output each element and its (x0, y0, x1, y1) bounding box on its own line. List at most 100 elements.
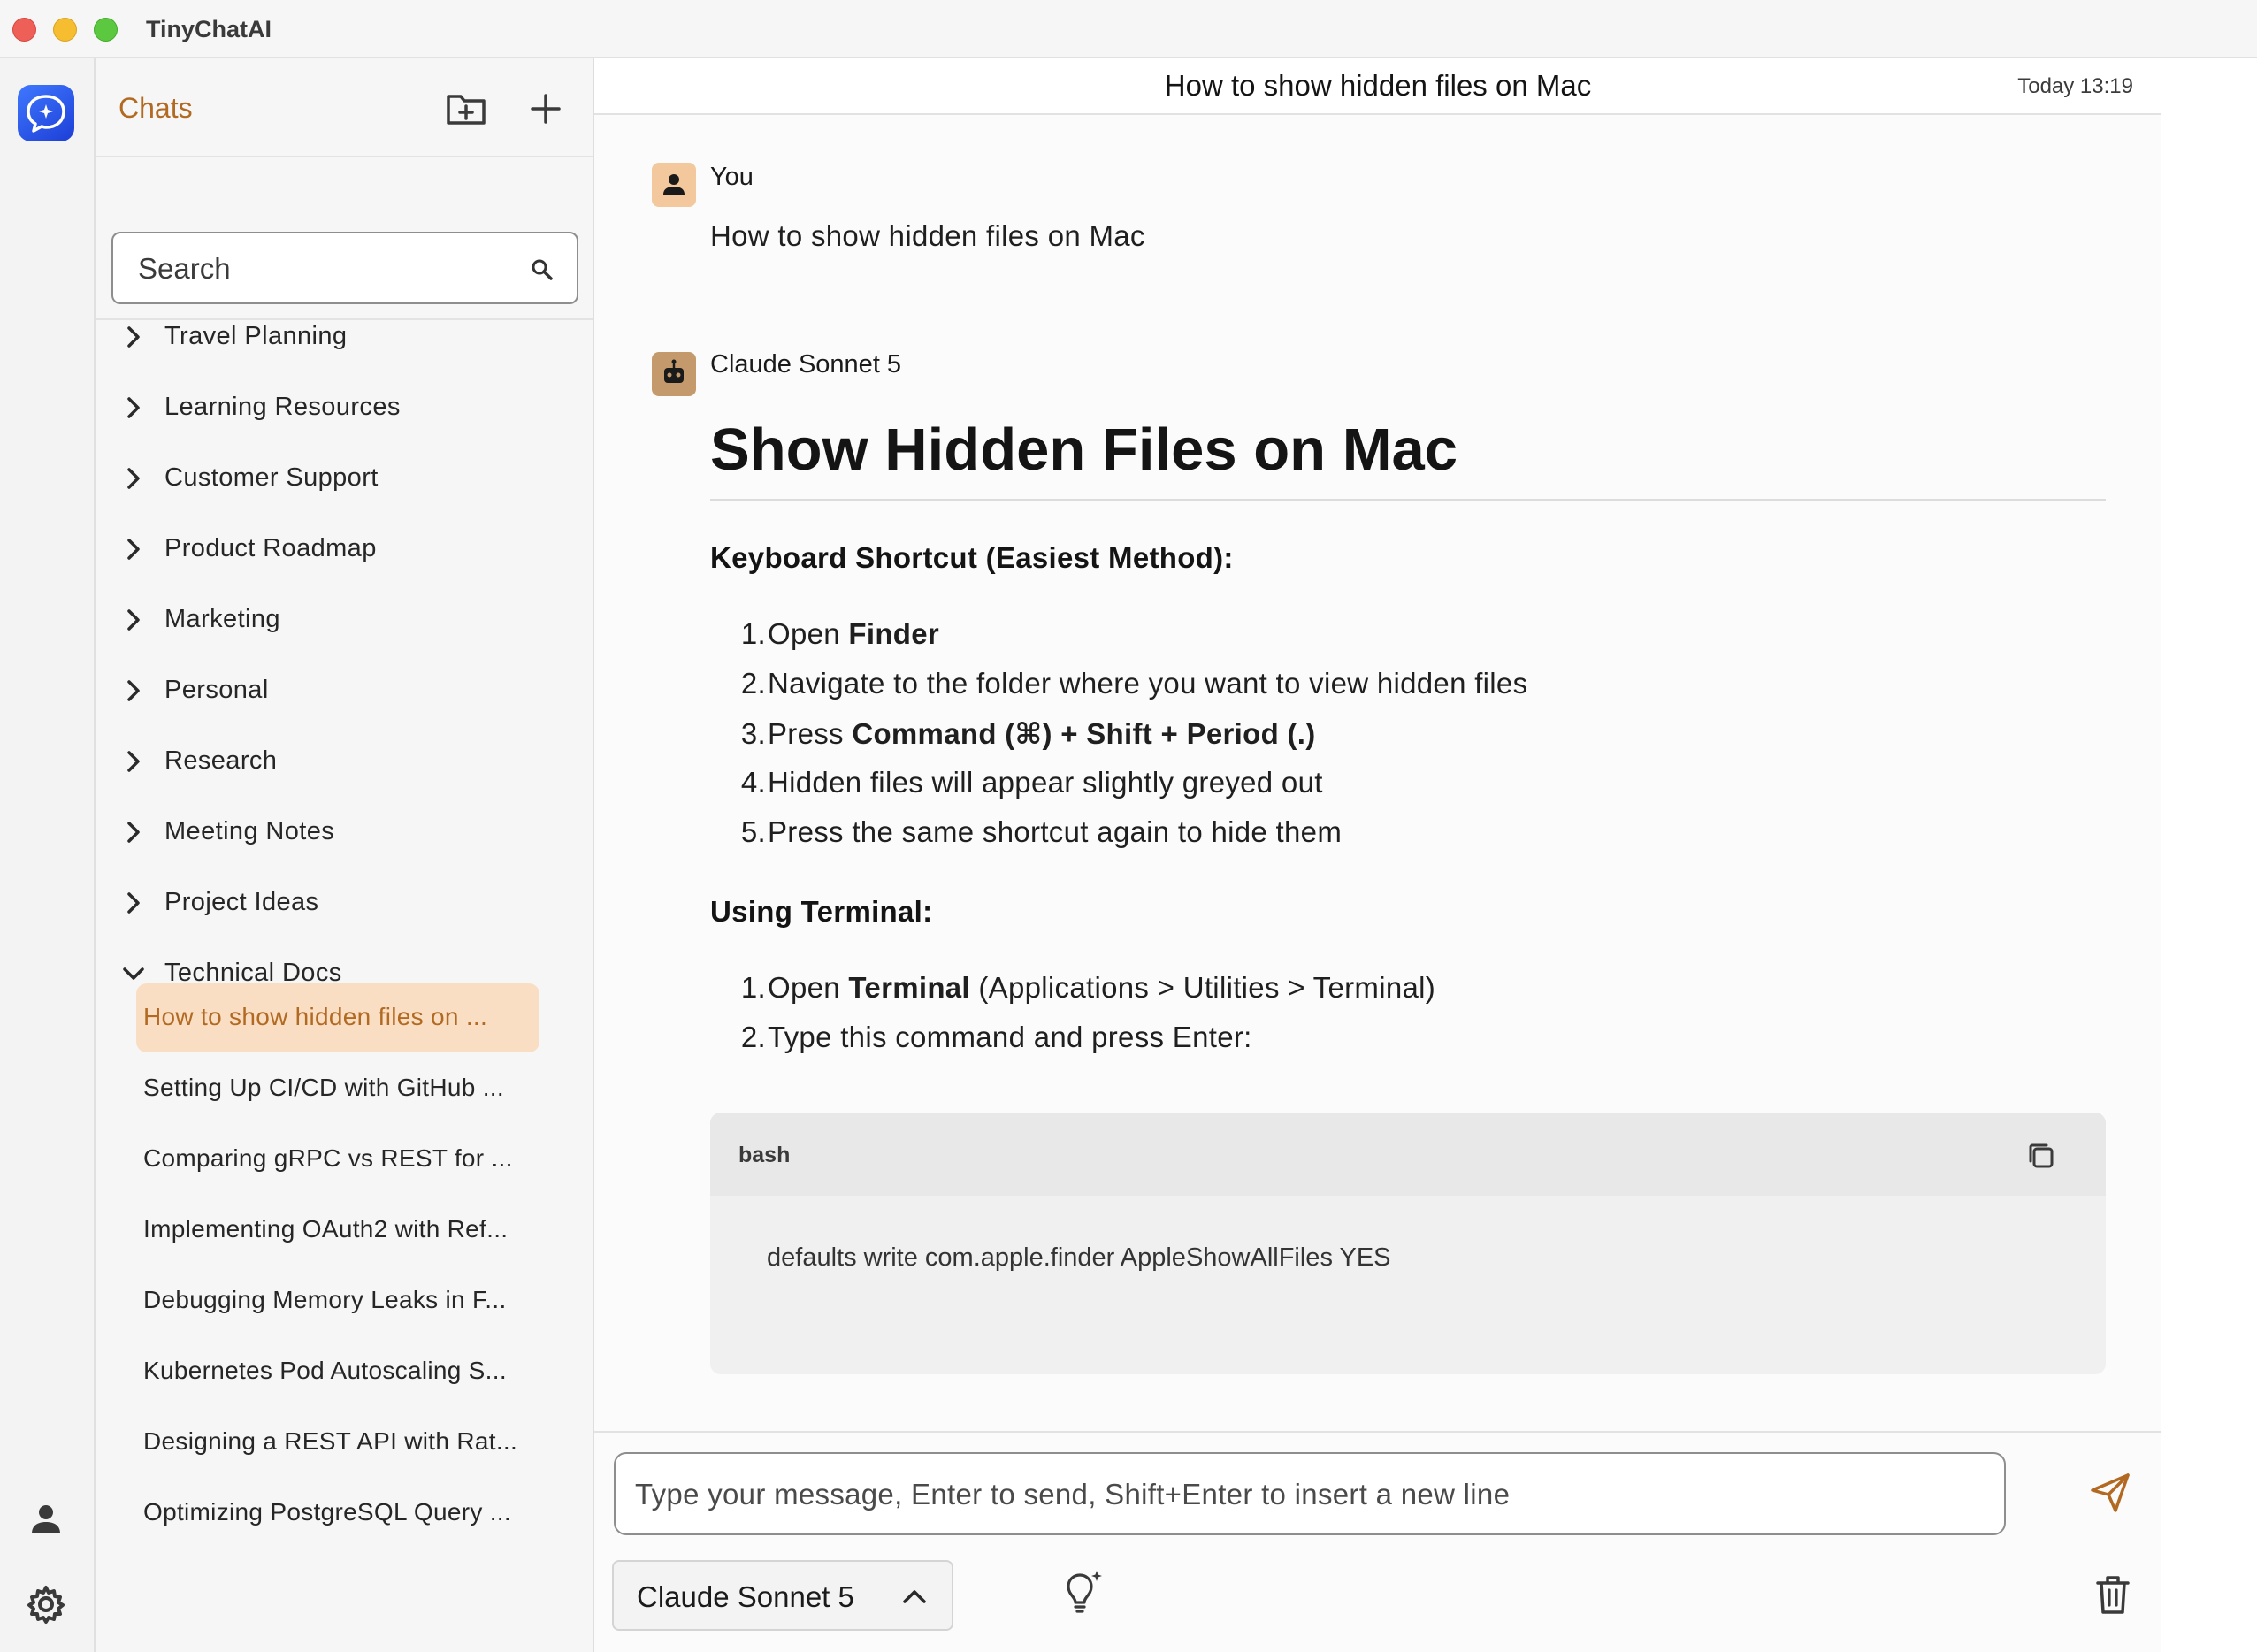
search-icon[interactable] (529, 256, 555, 283)
chat-item-label: Optimizing PostgreSQL Query ... (143, 1498, 511, 1526)
code-language-label: bash (738, 1143, 791, 1167)
robot-icon (664, 359, 684, 383)
title-bar: TinyChatAI (0, 0, 2257, 58)
chat-item-oauth2[interactable]: Implementing OAuth2 with Ref... (136, 1196, 539, 1265)
chevron-right-icon (127, 468, 140, 489)
chats-sidebar: Chats Travel Planning Learning R (96, 58, 594, 1652)
chevron-right-icon (127, 822, 140, 843)
folder-label: Project Ideas (164, 888, 319, 916)
chevron-right-icon (127, 539, 140, 560)
folder-travel-planning[interactable]: Travel Planning (113, 311, 573, 364)
folder-label: Travel Planning (164, 322, 348, 350)
folder-label: Personal (164, 676, 269, 704)
chat-item-rest-api[interactable]: Designing a REST API with Rat... (136, 1408, 539, 1477)
message-input-box (614, 1452, 2006, 1535)
folder-label: Meeting Notes (164, 817, 335, 845)
chat-item-label: How to show hidden files on ... (143, 1003, 488, 1030)
chevron-right-icon (127, 609, 140, 631)
folder-product-roadmap[interactable]: Product Roadmap (113, 524, 573, 577)
right-margin (2161, 58, 2257, 1652)
minimize-window-button[interactable] (53, 18, 77, 42)
list-item: 1.Open Finder (740, 617, 940, 650)
chat-item-label: Implementing OAuth2 with Ref... (143, 1215, 509, 1243)
assistant-avatar (652, 352, 696, 396)
list-item: 4.Hidden files will appear slightly grey… (740, 766, 1323, 799)
gear-icon[interactable] (25, 1583, 67, 1625)
model-selector[interactable]: Claude Sonnet 5 (612, 1560, 953, 1631)
chats-title: Chats (119, 92, 193, 124)
icon-rail (0, 58, 96, 1652)
chevron-right-icon (127, 397, 140, 418)
list-item: 1.Open Terminal (Applications > Utilitie… (740, 971, 1436, 1004)
chat-timestamp: Today 13:19 (2017, 74, 2133, 98)
folder-label: Customer Support (164, 463, 379, 492)
person-icon (663, 174, 685, 195)
folder-label: Marketing (164, 605, 280, 633)
chat-item-postgresql[interactable]: Optimizing PostgreSQL Query ... (136, 1479, 539, 1548)
prompt-ideas-button[interactable] (1056, 1567, 1107, 1618)
code-block-header: bash (710, 1113, 2106, 1196)
code-block: bash defaults write com.apple.finder App… (710, 1113, 2106, 1374)
send-icon (2091, 1473, 2130, 1512)
heading-divider (710, 499, 2106, 501)
list-item: 3.Press Command (⌘) + Shift + Period (.) (740, 717, 1316, 750)
send-button[interactable] (2084, 1466, 2137, 1519)
folder-meeting-notes[interactable]: Meeting Notes (113, 807, 573, 860)
code-content[interactable]: defaults write com.apple.finder AppleSho… (767, 1243, 1391, 1273)
list-item: 2.Type this command and press Enter: (740, 1021, 1252, 1053)
chat-item-ci-cd[interactable]: Setting Up CI/CD with GitHub ... (136, 1054, 539, 1123)
chat-item-label: Debugging Memory Leaks in F... (143, 1286, 507, 1313)
copy-icon[interactable] (2024, 1139, 2058, 1173)
user-message-text: How to show hidden files on Mac (710, 219, 1145, 252)
account-icon[interactable] (25, 1498, 67, 1541)
answer-heading: Show Hidden Files on Mac (710, 417, 1458, 483)
chat-item-memory-leaks[interactable]: Debugging Memory Leaks in F... (136, 1266, 539, 1335)
zoom-window-button[interactable] (94, 18, 118, 42)
chevron-right-icon (127, 751, 140, 772)
chat-item-label: Designing a REST API with Rat... (143, 1427, 518, 1455)
folder-plus-icon (447, 95, 486, 125)
new-chat-button[interactable] (522, 85, 570, 133)
folder-label: Learning Resources (164, 393, 401, 421)
section-title-terminal: Using Terminal: (710, 895, 933, 928)
folder-learning-resources[interactable]: Learning Resources (113, 382, 573, 435)
app-logo-icon[interactable] (18, 85, 74, 141)
model-selector-label: Claude Sonnet 5 (637, 1580, 854, 1613)
chat-item-hidden-files[interactable]: How to show hidden files on ... (136, 983, 539, 1052)
user-sender-name: You (710, 163, 754, 191)
list-item: 5.Press the same shortcut again to hide … (740, 815, 1343, 848)
folder-personal[interactable]: Personal (113, 665, 573, 718)
folder-label: Research (164, 746, 278, 775)
chat-item-label: Comparing gRPC vs REST for ... (143, 1144, 513, 1172)
search-area (96, 157, 593, 320)
chevron-right-icon (127, 680, 140, 701)
chat-item-label: Kubernetes Pod Autoscaling S... (143, 1357, 507, 1384)
chat-item-kubernetes[interactable]: Kubernetes Pod Autoscaling S... (136, 1337, 539, 1406)
chevron-up-icon (903, 1590, 926, 1603)
app-title: TinyChatAI (146, 16, 272, 42)
chevron-down-icon (123, 967, 144, 980)
search-box (111, 232, 578, 304)
close-window-button[interactable] (12, 18, 36, 42)
folder-customer-support[interactable]: Customer Support (113, 453, 573, 506)
user-avatar (652, 163, 696, 207)
search-input[interactable] (138, 249, 527, 288)
new-folder-button[interactable] (442, 85, 490, 133)
assistant-sender-name: Claude Sonnet 5 (710, 350, 902, 379)
chat-item-grpc-rest[interactable]: Comparing gRPC vs REST for ... (136, 1125, 539, 1194)
sidebar-header: Chats (96, 58, 593, 157)
composer-divider (594, 1431, 2161, 1433)
delete-chat-button[interactable] (2089, 1571, 2137, 1618)
chevron-right-icon (127, 326, 140, 348)
trash-icon (2096, 1576, 2130, 1614)
folder-research[interactable]: Research (113, 736, 573, 789)
list-item: 2.Navigate to the folder where you want … (740, 667, 1528, 700)
plus-icon (531, 94, 561, 124)
folder-label: Product Roadmap (164, 534, 377, 562)
message-input[interactable] (635, 1475, 1979, 1514)
folder-marketing[interactable]: Marketing (113, 594, 573, 647)
chat-main: How to show hidden files on Mac Today 13… (594, 58, 2161, 1652)
chat-item-label: Setting Up CI/CD with GitHub ... (143, 1074, 504, 1101)
folder-project-ideas[interactable]: Project Ideas (113, 877, 573, 930)
chevron-right-icon (127, 892, 140, 914)
